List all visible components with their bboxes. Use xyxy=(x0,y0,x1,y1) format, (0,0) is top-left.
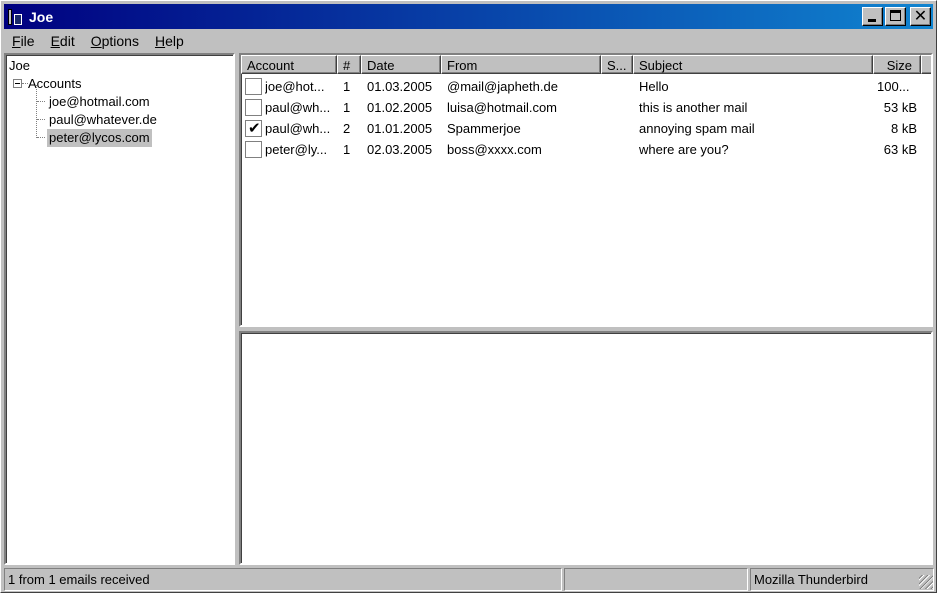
tree-account-joe[interactable]: joe@hotmail.com xyxy=(47,93,152,111)
tree-account-paul[interactable]: paul@whatever.de xyxy=(47,111,159,129)
cell-number: 1 xyxy=(343,100,351,115)
message-checkbox[interactable] xyxy=(245,78,262,95)
message-list[interactable]: Account # Date From S... Subject Size jo… xyxy=(239,53,933,327)
message-row[interactable]: peter@ly... 1 02.03.2005 boss@xxxx.com w… xyxy=(241,139,931,160)
checkmark-icon: ✔ xyxy=(248,119,261,137)
cell-account: paul@wh... xyxy=(265,121,331,136)
tree-root[interactable]: Joe xyxy=(9,57,30,75)
col-date[interactable]: Date xyxy=(361,55,441,74)
cell-account: peter@ly... xyxy=(265,142,328,157)
cell-subject: this is another mail xyxy=(639,100,748,115)
account-tree[interactable]: Joe Accounts joe@hotmail.com paul@whatev… xyxy=(4,53,235,565)
window-title: Joe xyxy=(29,8,54,25)
message-row[interactable]: paul@wh... 1 01.02.2005 luisa@hotmail.co… xyxy=(241,97,931,118)
cell-from: boss@xxxx.com xyxy=(447,142,542,157)
menu-help[interactable]: Help xyxy=(147,31,192,51)
cell-date: 01.03.2005 xyxy=(367,79,433,94)
cell-size: 100... xyxy=(877,79,910,94)
cell-from: luisa@hotmail.com xyxy=(447,100,558,115)
cell-size: 53 kB xyxy=(883,100,917,115)
cell-number: 1 xyxy=(343,79,351,94)
message-checkbox[interactable] xyxy=(245,99,262,116)
status-app-name: Mozilla Thunderbird xyxy=(750,568,934,591)
message-checkbox[interactable] xyxy=(245,141,262,158)
close-icon: ✕ xyxy=(913,6,928,25)
message-preview[interactable] xyxy=(239,331,933,565)
status-message: 1 from 1 emails received xyxy=(4,568,562,591)
cell-number: 2 xyxy=(343,121,351,136)
message-checkbox[interactable]: ✔ xyxy=(245,119,262,137)
cell-date: 01.02.2005 xyxy=(367,100,433,115)
menu-options[interactable]: Options xyxy=(83,31,147,51)
cell-subject: Hello xyxy=(639,79,669,94)
tree-account-peter[interactable]: peter@lycos.com xyxy=(47,129,152,147)
cell-account: joe@hot... xyxy=(265,79,325,94)
menu-edit[interactable]: Edit xyxy=(43,31,83,51)
col-filler xyxy=(921,55,931,74)
col-subject[interactable]: Subject xyxy=(633,55,873,74)
col-from[interactable]: From xyxy=(441,55,601,74)
close-button[interactable]: ✕ xyxy=(910,6,931,26)
cell-date: 02.03.2005 xyxy=(367,142,433,157)
minimize-icon xyxy=(868,19,876,22)
cell-from: @mail@japheth.de xyxy=(447,79,558,94)
col-size[interactable]: Size xyxy=(873,55,921,74)
main-window: Joe ✕ File Edit Options Help Joe Account… xyxy=(0,0,937,593)
cell-size: 8 kB xyxy=(890,121,917,136)
app-icon[interactable] xyxy=(6,8,24,26)
message-row[interactable]: joe@hot... 1 01.03.2005 @mail@japheth.de… xyxy=(241,76,931,97)
cell-number: 1 xyxy=(343,142,351,157)
col-number[interactable]: # xyxy=(337,55,361,74)
cell-from: Spammerjoe xyxy=(447,121,521,136)
collapse-icon[interactable] xyxy=(13,79,22,88)
cell-subject: where are you? xyxy=(639,142,729,157)
col-status[interactable]: S... xyxy=(601,55,633,74)
menu-bar: File Edit Options Help xyxy=(4,31,192,51)
resize-grip-icon[interactable] xyxy=(919,575,933,589)
cell-date: 01.01.2005 xyxy=(367,121,433,136)
cell-account: paul@wh... xyxy=(265,100,331,115)
cell-size: 63 kB xyxy=(883,142,917,157)
maximize-icon xyxy=(890,10,901,21)
message-row[interactable]: ✔ paul@wh... 2 01.01.2005 Spammerjoe ann… xyxy=(241,118,931,139)
col-account[interactable]: Account xyxy=(241,55,337,74)
list-header: Account # Date From S... Subject Size xyxy=(241,55,931,74)
status-middle xyxy=(564,568,748,591)
cell-subject: annoying spam mail xyxy=(639,121,755,136)
maximize-button[interactable] xyxy=(885,7,906,26)
menu-file[interactable]: File xyxy=(4,31,43,51)
minimize-button[interactable] xyxy=(862,7,883,26)
title-bar[interactable]: Joe ✕ xyxy=(4,4,933,29)
